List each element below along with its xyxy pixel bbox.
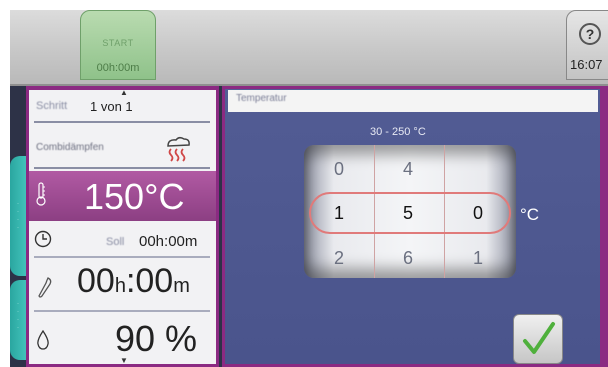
scroll-up-arrow-icon[interactable]: ▲ [120, 88, 128, 97]
drum-digit-below-2[interactable]: 6 [403, 248, 413, 269]
humidity-value[interactable]: 90 % [115, 318, 197, 360]
start-button[interactable]: START 00h:00m [80, 10, 156, 80]
mode-label[interactable]: Combidämpfen [36, 142, 104, 153]
oven-control-screen: START 00h:00m ? 16:07 · · · · · · · · ▲ Schrit… [0, 0, 608, 367]
drum-digit-above-1[interactable]: 0 [334, 159, 344, 180]
drum-digit-hundreds[interactable]: 1 [334, 203, 344, 224]
drum-digit-ones[interactable]: 0 [473, 203, 483, 224]
divider [34, 167, 210, 169]
steam-icon[interactable] [162, 136, 192, 164]
help-icon: ? [579, 23, 601, 45]
step-label: Schritt [36, 100, 68, 112]
unit-label: °C [520, 205, 540, 224]
divider [34, 310, 210, 312]
help-button[interactable]: ? 16:07 [566, 10, 608, 80]
checkmark-icon [523, 322, 555, 354]
thermometer-icon [36, 182, 46, 206]
panel-edge [600, 86, 608, 367]
clock-icon [34, 230, 52, 248]
scroll-down-arrow-icon[interactable]: ▼ [120, 356, 128, 365]
parameter-title: Temperatur [236, 93, 287, 104]
side-tab-grip-lower: · · · · [17, 301, 19, 331]
side-tab-grip: · · · · [17, 201, 19, 231]
probe-icon [38, 277, 52, 298]
droplet-icon [37, 330, 49, 350]
start-button-label: START [102, 38, 134, 48]
start-button-time: 00h:00m [96, 62, 140, 74]
drum-digit-tens[interactable]: 5 [403, 203, 413, 224]
step-value: 1 von 1 [90, 99, 133, 114]
temperature-value: 150°C [84, 176, 185, 217]
divider [34, 256, 210, 258]
cook-time-value[interactable]: 00h:00m [77, 262, 190, 301]
range-text: 30 - 250 °C [370, 126, 426, 138]
drum-digit-above-2[interactable]: 4 [403, 159, 413, 180]
drum-digit-below-3[interactable]: 1 [473, 248, 483, 269]
drum-digit-below-1[interactable]: 2 [334, 248, 344, 269]
setpoint-label: Soll [106, 236, 125, 248]
confirm-button[interactable] [513, 314, 563, 364]
divider [34, 121, 210, 123]
clock-readout: 16:07 [570, 57, 603, 72]
setpoint-time: 00h:00m [139, 233, 198, 250]
